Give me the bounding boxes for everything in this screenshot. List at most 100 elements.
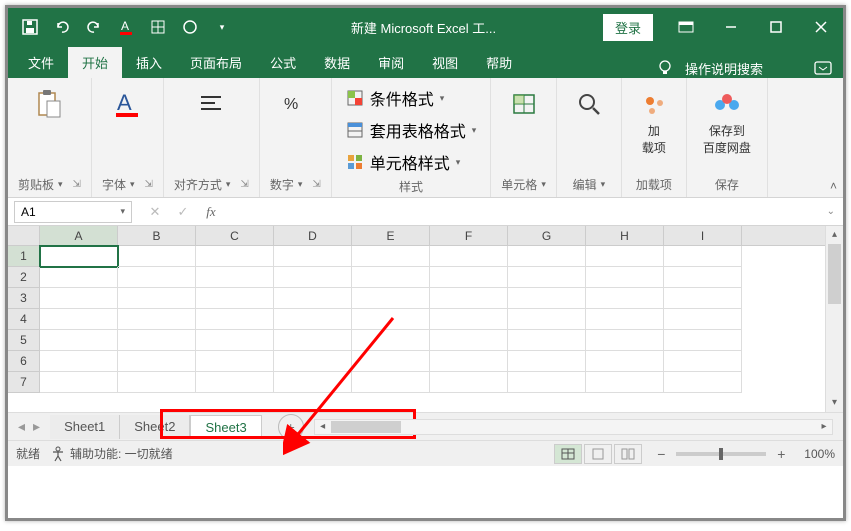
save-icon[interactable] [16,13,44,41]
cell[interactable] [664,351,742,372]
cell[interactable] [40,351,118,372]
border-icon[interactable] [144,13,172,41]
column-header[interactable]: I [664,226,742,245]
cell[interactable] [508,351,586,372]
collapse-ribbon-icon[interactable]: ˄ [830,179,837,193]
scrollbar-thumb[interactable] [331,421,401,433]
tab-help[interactable]: 帮助 [472,47,526,78]
cell[interactable] [430,330,508,351]
cell[interactable] [196,351,274,372]
cell[interactable] [586,372,664,393]
cell[interactable] [118,246,196,267]
horizontal-scrollbar[interactable]: ◂ ▸ [314,419,833,435]
row-header[interactable]: 7 [8,372,40,393]
select-all-button[interactable] [8,226,40,245]
accessibility-status[interactable]: 辅助功能: 一切就绪 [50,445,173,462]
cell[interactable] [274,351,352,372]
cell[interactable] [40,246,118,267]
row-header[interactable]: 2 [8,267,40,288]
cell[interactable] [40,309,118,330]
cell[interactable] [430,246,508,267]
cell[interactable] [508,309,586,330]
dialog-launcher-icon[interactable]: ⇲ [73,179,81,190]
chevron-down-icon[interactable]: ▾ [226,179,231,190]
cell[interactable] [430,267,508,288]
cell[interactable] [196,246,274,267]
cell[interactable] [274,267,352,288]
vertical-scrollbar[interactable]: ▴ ▾ [825,226,843,412]
expand-formula-bar-icon[interactable]: ⌄ [819,206,843,217]
cell[interactable] [664,288,742,309]
cell[interactable] [118,351,196,372]
sheet-tab[interactable]: Sheet3 [190,415,261,439]
column-header[interactable]: E [352,226,430,245]
cell[interactable] [118,372,196,393]
chevron-down-icon[interactable]: ▾ [298,179,303,190]
cell[interactable] [664,372,742,393]
tab-home[interactable]: 开始 [68,47,122,78]
minimize-icon[interactable] [708,8,753,46]
column-header[interactable]: A [40,226,118,245]
font-color-icon[interactable]: A [112,13,140,41]
number-button[interactable]: % [273,84,317,126]
chevron-down-icon[interactable]: ▾ [130,179,135,190]
row-header[interactable]: 1 [8,246,40,267]
cell[interactable] [430,351,508,372]
sheet-nav-next-icon[interactable]: ▸ [33,418,40,435]
cell[interactable] [508,330,586,351]
scroll-right-icon[interactable]: ▸ [816,421,832,432]
dialog-launcher-icon[interactable]: ⇲ [240,179,248,190]
cell[interactable] [40,267,118,288]
cell[interactable] [508,372,586,393]
row-header[interactable]: 5 [8,330,40,351]
alignment-button[interactable] [189,84,233,126]
cell[interactable] [586,267,664,288]
tab-file[interactable]: 文件 [14,47,68,78]
cell[interactable] [274,372,352,393]
conditional-formatting-button[interactable]: 条件格式▾ [342,84,449,112]
cell[interactable] [196,309,274,330]
cell[interactable] [196,288,274,309]
spreadsheet-grid[interactable]: A B C D E F G H I 1 2 3 4 5 6 7 [8,226,825,412]
scroll-left-icon[interactable]: ◂ [315,421,331,432]
qat-more-icon[interactable]: ▾ [208,13,236,41]
row-header[interactable]: 6 [8,351,40,372]
share-icon[interactable] [813,60,833,76]
tab-view[interactable]: 视图 [418,47,472,78]
zoom-in-icon[interactable]: + [772,446,790,462]
name-box[interactable]: A1▾ [14,201,132,223]
column-header[interactable]: F [430,226,508,245]
sheet-tab[interactable]: Sheet1 [50,415,120,439]
cell[interactable] [196,372,274,393]
cell[interactable] [352,267,430,288]
ribbon-options-icon[interactable] [663,8,708,46]
row-header[interactable]: 3 [8,288,40,309]
cell[interactable] [586,330,664,351]
chevron-down-icon[interactable]: ▾ [120,206,125,217]
cells-button[interactable] [502,84,546,126]
scrollbar-thumb[interactable] [828,244,841,304]
cell[interactable] [664,246,742,267]
circle-icon[interactable] [176,13,204,41]
save-to-baidu-button[interactable]: 保存到 百度网盘 [697,84,757,160]
column-header[interactable]: G [508,226,586,245]
zoom-slider-thumb[interactable] [719,448,723,460]
column-header[interactable]: H [586,226,664,245]
tab-data[interactable]: 数据 [310,47,364,78]
cell[interactable] [508,267,586,288]
page-layout-view-icon[interactable] [584,444,612,464]
font-button[interactable]: A [105,84,149,126]
paste-button[interactable] [27,84,71,126]
editing-button[interactable] [567,84,611,126]
cell[interactable] [664,267,742,288]
cell[interactable] [118,309,196,330]
dialog-launcher-icon[interactable]: ⇲ [312,179,320,190]
addins-button[interactable]: 加 载项 [632,84,676,160]
cell[interactable] [352,351,430,372]
undo-icon[interactable] [48,13,76,41]
maximize-icon[interactable] [753,8,798,46]
tab-formulas[interactable]: 公式 [256,47,310,78]
chevron-down-icon[interactable]: ▾ [58,179,63,190]
new-sheet-button[interactable]: + [278,414,304,440]
cell[interactable] [352,330,430,351]
